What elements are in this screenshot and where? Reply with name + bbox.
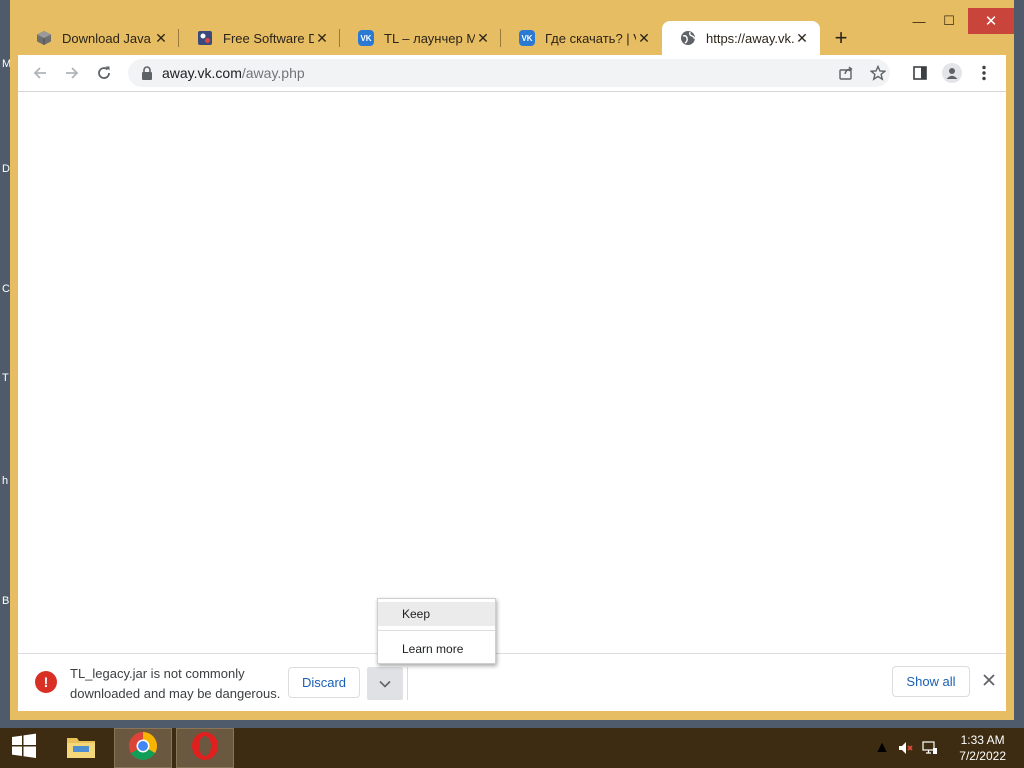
opera-icon (190, 731, 220, 766)
url-host: away.vk.com (162, 65, 242, 81)
warning-line: downloaded and may be dangerous. (70, 686, 281, 701)
new-tab-button[interactable]: + (824, 21, 858, 55)
url-path: /away.php (241, 65, 305, 81)
tab-away-vk-active[interactable]: https://away.vk.co ✕ (662, 21, 820, 55)
vk-icon: VK (358, 30, 374, 46)
tab-free-software[interactable]: Free Software Do ✕ (179, 21, 340, 55)
chrome-icon (128, 731, 158, 766)
tab-title: TL – лаунчер Min (384, 30, 475, 46)
clock-date: 7/2/2022 (959, 749, 1006, 763)
software-site-icon (197, 30, 213, 46)
chrome-taskbar-button[interactable] (114, 728, 172, 768)
lock-icon[interactable] (140, 66, 154, 80)
tab-close-icon[interactable]: ✕ (153, 30, 169, 47)
opera-taskbar-button[interactable] (176, 728, 234, 768)
tab-title: Free Software Do (223, 30, 314, 46)
title-bar[interactable]: — ☐ ✕ Download Java fo ✕ Free Software D… (10, 0, 1014, 55)
desktop-icon-label-fragment: B (2, 595, 10, 607)
discard-button[interactable]: Discard (288, 667, 360, 698)
system-clock[interactable]: 1:33 AM 7/2/2022 (959, 732, 1006, 764)
reload-icon[interactable] (92, 61, 116, 85)
tab-close-icon[interactable]: ✕ (636, 30, 652, 47)
danger-warning-icon: ! (35, 671, 57, 693)
minimize-button[interactable]: — (904, 8, 934, 34)
close-shelf-icon[interactable] (980, 671, 998, 689)
forward-icon[interactable] (60, 61, 84, 85)
share-icon[interactable] (836, 63, 856, 83)
menu-separator (378, 630, 495, 631)
tab-strip: Download Java fo ✕ Free Software Do ✕ VK… (18, 20, 858, 55)
show-all-button[interactable]: Show all (892, 666, 970, 697)
warning-line: TL_legacy.jar is not commonly (70, 666, 245, 681)
close-window-button[interactable]: ✕ (968, 8, 1014, 34)
globe-icon (680, 30, 696, 46)
url-text: away.vk.com/away.php (162, 65, 305, 81)
browser-window: — ☐ ✕ Download Java fo ✕ Free Software D… (10, 0, 1014, 720)
tab-close-icon[interactable]: ✕ (475, 30, 491, 47)
desktop-icon-label-fragment: T (2, 372, 9, 384)
network-icon[interactable] (922, 740, 938, 756)
tab-title: https://away.vk.co (706, 30, 794, 46)
menu-kebab-icon[interactable] (972, 61, 996, 85)
desktop-icon-label-fragment: C (2, 283, 10, 295)
tab-close-icon[interactable]: ✕ (314, 30, 330, 47)
page-content[interactable] (18, 92, 1006, 653)
download-shelf: ! TL_legacy.jar is not commonly download… (18, 653, 1006, 711)
tab-title: Download Java fo (62, 30, 153, 46)
tab-tl-launcher[interactable]: VK TL – лаунчер Min ✕ (340, 21, 501, 55)
clock-time: 1:33 AM (960, 733, 1005, 747)
download-options-button[interactable] (367, 667, 403, 700)
tab-where-download[interactable]: VK Где скачать? | VK ✕ (501, 21, 662, 55)
tab-close-icon[interactable]: ✕ (794, 30, 810, 47)
shelf-divider (407, 667, 408, 700)
maximize-button[interactable]: ☐ (934, 8, 964, 34)
tab-download-java[interactable]: Download Java fo ✕ (18, 21, 179, 55)
menu-item-keep[interactable]: Keep (378, 602, 495, 626)
folder-icon (65, 732, 97, 765)
file-explorer-taskbar-button[interactable] (56, 728, 106, 768)
start-button[interactable] (0, 728, 48, 768)
browser-toolbar: away.vk.com/away.php (18, 55, 1006, 92)
bookmark-star-icon[interactable] (868, 63, 888, 83)
chevron-down-icon (379, 675, 391, 693)
desktop-icon-label-fragment: D (2, 163, 10, 175)
taskbar: ▲ 1:33 AM 7/2/2022 (0, 728, 1024, 768)
menu-item-learn-more[interactable]: Learn more (378, 637, 495, 661)
side-panel-icon[interactable] (908, 61, 932, 85)
download-warning-text: TL_legacy.jar is not commonly downloaded… (70, 664, 280, 704)
window-controls: — ☐ ✕ (904, 8, 1014, 34)
speaker-muted-icon[interactable] (898, 740, 914, 756)
show-hidden-icons-button[interactable]: ▲ (874, 739, 890, 756)
java-box-icon (36, 30, 52, 46)
address-bar[interactable]: away.vk.com/away.php (128, 59, 890, 87)
desktop-icon-label-fragment: h (2, 475, 9, 487)
download-context-menu: Keep Learn more (377, 598, 496, 664)
vk-icon: VK (519, 30, 535, 46)
profile-icon[interactable] (940, 61, 964, 85)
windows-logo-icon (11, 733, 37, 764)
back-icon[interactable] (28, 61, 52, 85)
tab-title: Где скачать? | VK (545, 30, 636, 46)
